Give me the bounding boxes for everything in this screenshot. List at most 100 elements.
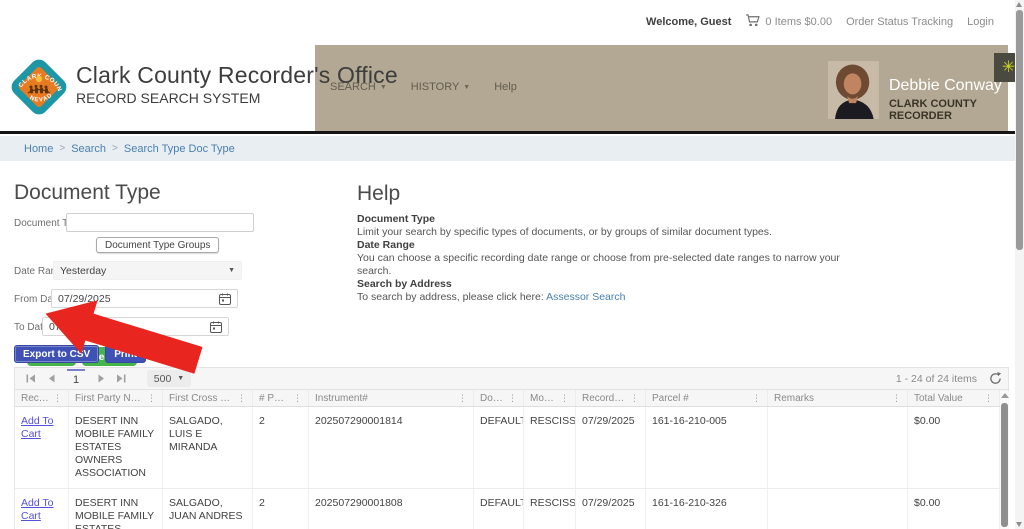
table-cell: DESERT INN MOBILE FAMILY ESTATES OWNERS …	[69, 489, 163, 529]
doc-type-input[interactable]	[66, 213, 254, 232]
table-cell: 2	[253, 407, 309, 488]
nav-help-link[interactable]: Help	[494, 81, 517, 93]
calendar-icon[interactable]	[210, 321, 222, 333]
table-cell: RESCISSI...	[524, 489, 576, 529]
column-header[interactable]: Instrument#⋮	[309, 390, 474, 406]
column-header[interactable]: Docum...⋮	[474, 390, 524, 406]
cart-icon[interactable]	[745, 14, 760, 30]
breadcrumb-separator: >	[112, 143, 118, 154]
cart-total-text[interactable]: 0 Items $0.00	[765, 16, 832, 28]
table-cell: $0.00	[908, 489, 1000, 529]
column-menu-icon[interactable]: ⋮	[556, 393, 569, 404]
column-menu-icon[interactable]: ⋮	[980, 393, 993, 404]
table-cell: DEFAULT	[474, 489, 524, 529]
column-menu-icon[interactable]: ⋮	[233, 393, 246, 404]
first-page-button[interactable]	[21, 369, 41, 389]
chevron-down-icon: ▼	[380, 84, 387, 91]
header-divider	[0, 131, 1024, 134]
top-bar: Welcome, Guest 0 Items $0.00 Order Statu…	[0, 0, 1024, 45]
grid-body: Add To Cart DESERT INN MOBILE FAMILY ESTA…	[14, 407, 1009, 529]
table-cell: 202507290001814	[309, 407, 474, 488]
results-grid: Export to CSV Print 1 500▼ 1 - 24 of 24 …	[14, 345, 1009, 529]
pager-info-text: 1 - 24 of 24 items	[896, 373, 977, 385]
column-header[interactable]: Parcel #⋮	[646, 390, 768, 406]
last-page-button[interactable]	[111, 369, 131, 389]
recorder-photo	[828, 57, 879, 123]
help-section-title: Date Range	[357, 239, 857, 252]
column-header[interactable]: First Party Name⋮	[69, 390, 163, 406]
breadcrumb: Home > Search > Search Type Doc Type	[0, 136, 1024, 161]
table-row: Add To Cart DESERT INN MOBILE FAMILY ESTA…	[15, 489, 1008, 529]
page-size-select[interactable]: 500▼	[147, 370, 191, 387]
export-csv-button[interactable]: Export to CSV	[14, 345, 99, 363]
table-cell: 202507290001808	[309, 489, 474, 529]
date-range-select[interactable]: Yesterday ▼	[53, 261, 242, 280]
nav-history-menu[interactable]: HISTORY▼	[411, 81, 470, 93]
calendar-icon[interactable]	[219, 293, 231, 305]
table-cell: 2	[253, 489, 309, 529]
column-menu-icon[interactable]: ⋮	[626, 393, 639, 404]
breadcrumb-doc-type[interactable]: Search Type Doc Type	[124, 143, 235, 155]
help-section-title: Search by Address	[357, 278, 857, 291]
table-cell: Add To Cart	[15, 489, 69, 529]
doc-type-groups-button[interactable]: Document Type Groups	[96, 237, 219, 253]
column-header[interactable]: Record Date⋮	[576, 390, 646, 406]
grid-scrollbar-thumb[interactable]	[1001, 403, 1008, 527]
column-header[interactable]: Record⋮	[15, 390, 69, 406]
column-menu-icon[interactable]: ⋮	[748, 393, 761, 404]
help-section-text: You can choose a specific recording date…	[357, 252, 857, 278]
next-page-button[interactable]	[91, 369, 111, 389]
main-nav: SEARCH▼ HISTORY▼ Help	[330, 81, 517, 93]
header: CLARK COUNTY NEVADA Clark County Recorde…	[0, 45, 1024, 131]
help-section-text: To search by address, please click here:…	[357, 291, 857, 304]
from-date-input[interactable]: 07/29/2025	[51, 289, 238, 308]
scroll-up-arrow-icon[interactable]	[1001, 393, 1009, 398]
column-header[interactable]: Remarks⋮	[768, 390, 908, 406]
order-status-link[interactable]: Order Status Tracking	[846, 16, 953, 28]
recorder-title: CLARK COUNTY RECORDER	[889, 98, 1024, 122]
breadcrumb-search[interactable]: Search	[71, 143, 106, 155]
login-link[interactable]: Login	[967, 16, 994, 28]
record-search-page: Welcome, Guest 0 Items $0.00 Order Statu…	[0, 0, 1024, 529]
scroll-up-arrow-icon[interactable]	[1016, 2, 1022, 7]
scroll-down-arrow-icon[interactable]	[1016, 522, 1022, 527]
table-cell	[768, 407, 908, 488]
grid-scrollbar[interactable]	[1000, 391, 1009, 529]
help-section-title: Document Type	[357, 213, 857, 226]
column-menu-icon[interactable]: ⋮	[454, 393, 467, 404]
cart-link[interactable]: 0 Items $0.00	[745, 14, 832, 30]
help-section-text: Limit your search by specific types of d…	[357, 226, 857, 239]
table-cell: 161-16-210-005	[646, 407, 768, 488]
assessor-search-link[interactable]: Assessor Search	[546, 291, 625, 303]
add-to-cart-link[interactable]: Add To Cart	[21, 497, 54, 522]
add-to-cart-link[interactable]: Add To Cart	[21, 415, 54, 440]
column-header[interactable]: # Pages⋮	[253, 390, 309, 406]
chevron-down-icon: ▼	[228, 267, 235, 274]
refresh-icon[interactable]	[989, 372, 1002, 385]
column-menu-icon[interactable]: ⋮	[888, 393, 901, 404]
table-cell: DESERT INN MOBILE FAMILY ESTATES OWNERS …	[69, 407, 163, 488]
help-title: Help	[357, 182, 857, 206]
to-date-input[interactable]: 07/30/2025	[42, 317, 229, 336]
table-cell: RESCISSI...	[524, 407, 576, 488]
grid-pager: 1 500▼ 1 - 24 of 24 items	[14, 367, 1009, 390]
column-header[interactable]: First Cross Party ...⋮	[163, 390, 253, 406]
page-scrollbar-thumb[interactable]	[1016, 10, 1023, 250]
table-cell: SALGADO, JUAN ANDRES	[163, 489, 253, 529]
asterisk-icon: ✳	[1002, 60, 1015, 76]
table-cell	[768, 489, 908, 529]
page-number-button[interactable]: 1	[67, 369, 85, 388]
table-cell: $0.00	[908, 407, 1000, 488]
column-menu-icon[interactable]: ⋮	[504, 393, 517, 404]
prev-page-button[interactable]	[41, 369, 61, 389]
column-menu-icon[interactable]: ⋮	[143, 393, 156, 404]
breadcrumb-home[interactable]: Home	[24, 143, 53, 155]
column-header[interactable]: Modifier⋮	[524, 390, 576, 406]
page-scrollbar[interactable]	[1015, 0, 1024, 529]
column-header[interactable]: Total Value⋮	[908, 390, 1000, 406]
column-menu-icon[interactable]: ⋮	[289, 393, 302, 404]
chevron-down-icon: ▼	[463, 84, 470, 91]
column-menu-icon[interactable]: ⋮	[49, 393, 62, 404]
nav-search-menu[interactable]: SEARCH▼	[330, 81, 387, 93]
print-button[interactable]: Print	[105, 345, 146, 363]
